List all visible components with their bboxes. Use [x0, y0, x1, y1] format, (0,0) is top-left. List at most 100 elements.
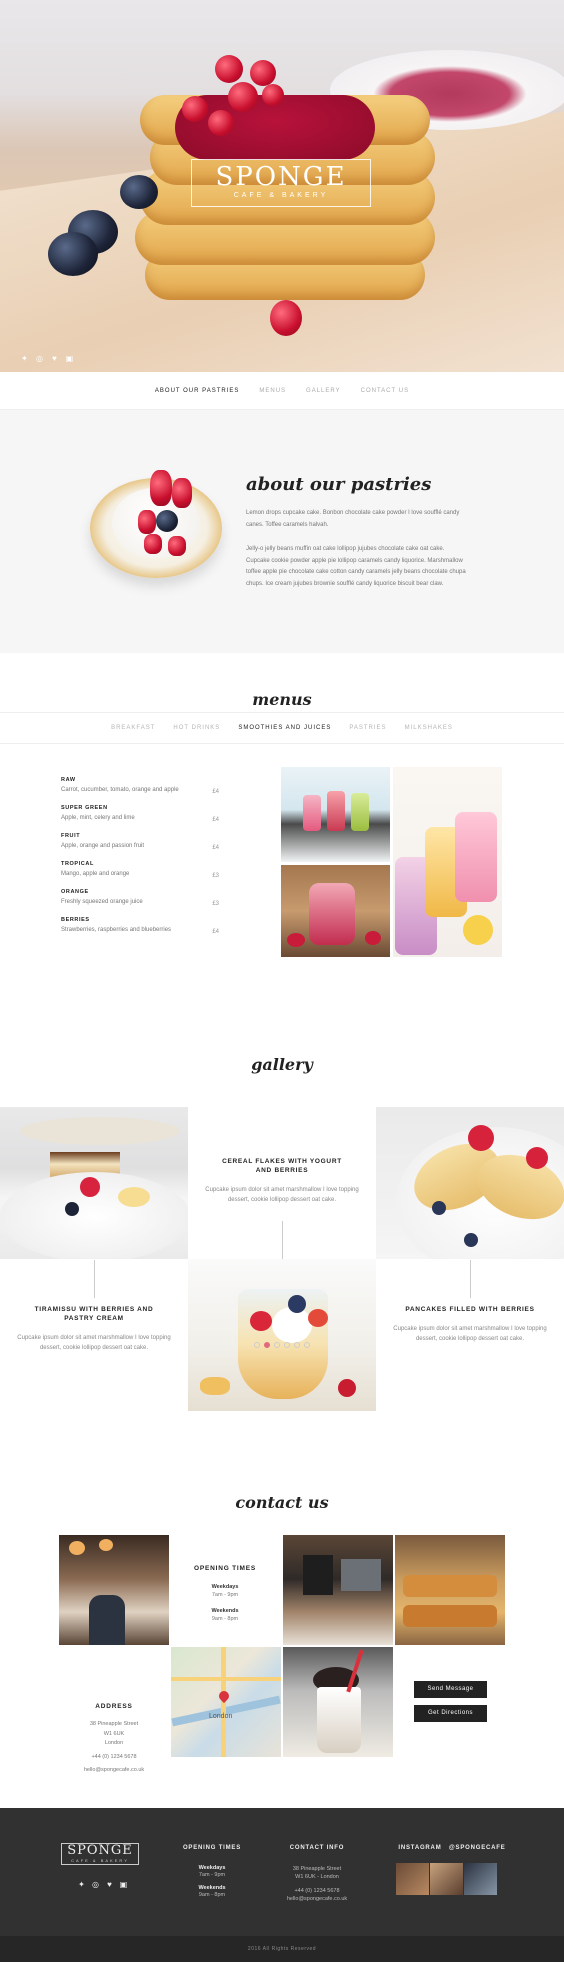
cereal-yogurt-image[interactable]	[188, 1259, 376, 1411]
footer-opening-times: OPENING TIMES Weekdays 7am - 9pm Weekend…	[172, 1845, 252, 1898]
about-section: about our pastries Lemon drops cupcake c…	[0, 410, 564, 653]
coffee-bar-image	[283, 1535, 393, 1645]
instagram-icon[interactable]: ▣	[119, 1880, 128, 1889]
footer-weekends-hours: 9am - 8pm	[198, 1892, 226, 1898]
footer-logo-name: SPONGE	[67, 1843, 133, 1858]
strawberry	[138, 510, 156, 534]
twitter-icon[interactable]: ✦	[20, 354, 29, 363]
tiramisu-image[interactable]	[0, 1107, 188, 1259]
menu-item-desc: Strawberries, raspberries and blueberrie…	[61, 927, 172, 933]
pagination-dot[interactable]	[284, 1342, 290, 1348]
opening-times-heading: OPENING TIMES	[193, 1565, 257, 1572]
about-title: about our pastries	[246, 474, 432, 495]
address-line-2: W1 6UK	[103, 1730, 125, 1737]
tab-pastries[interactable]: PASTRIES	[349, 725, 386, 731]
send-message-button[interactable]: Send Message	[414, 1681, 487, 1698]
pagination-dot[interactable]	[254, 1342, 260, 1348]
weekends-label: Weekends	[211, 1608, 239, 1614]
gallery-pagination	[0, 1342, 564, 1348]
heart-icon[interactable]: ♥	[105, 1880, 114, 1889]
instagram-thumb[interactable]	[396, 1863, 429, 1895]
pagination-dot[interactable]	[274, 1342, 280, 1348]
blueberry	[120, 175, 158, 209]
smoothie-jars-image	[393, 767, 502, 957]
menu-item-desc: Freshly squeezed orange juice	[61, 899, 143, 905]
menu-item: BERRIES Strawberries, raspberries and bl…	[61, 917, 219, 935]
address-block: ADDRESS 38 Pineapple Street W1 6UK Londo…	[59, 1703, 169, 1776]
pagination-dot[interactable]	[304, 1342, 310, 1348]
address-email[interactable]: hello@spongecafe.co.uk	[59, 1766, 169, 1776]
dribbble-icon[interactable]: ◎	[35, 354, 44, 363]
hero-logo[interactable]: SPONGE CAFE & BAKERY	[191, 159, 371, 207]
logo-name: SPONGE	[215, 162, 347, 192]
milkshake-image	[283, 1647, 393, 1757]
tab-hot-drinks[interactable]: HOT DRINKS	[173, 725, 220, 731]
location-map[interactable]: London	[171, 1647, 281, 1757]
twitter-icon[interactable]: ✦	[77, 1880, 86, 1889]
nav-contact[interactable]: CONTACT US	[361, 388, 409, 394]
instagram-thumb[interactable]	[430, 1863, 463, 1895]
main-nav: ABOUT OUR PASTRIES MENUS GALLERY CONTACT…	[0, 372, 564, 410]
nav-gallery[interactable]: GALLERY	[306, 388, 341, 394]
pagination-dot[interactable]	[294, 1342, 300, 1348]
redcurrant	[250, 60, 276, 86]
nav-menus[interactable]: MENUS	[259, 388, 286, 394]
strawberry	[168, 536, 186, 556]
menus-title: menus	[252, 690, 312, 709]
footer-weekdays-label: Weekdays	[198, 1865, 226, 1871]
menu-item-name: RAW	[61, 777, 76, 783]
bakery-counter-image	[395, 1535, 505, 1645]
menu-item-name: FRUIT	[61, 833, 81, 839]
pastry-image	[90, 470, 222, 578]
footer-logo[interactable]: SPONGE CAFE & BAKERY	[61, 1843, 139, 1865]
berry-smoothie-image	[281, 865, 390, 957]
pancakes-image[interactable]	[376, 1107, 564, 1259]
footer-contact-heading: CONTACT INFO	[289, 1845, 345, 1851]
get-directions-button[interactable]: Get Directions	[414, 1705, 487, 1722]
contact-section: contact us OPENING TIMES Weekdays 7am - …	[0, 1445, 564, 1808]
tab-milkshakes[interactable]: MILKSHAKES	[405, 725, 453, 731]
redcurrant	[182, 96, 208, 122]
about-paragraph-2: Jelly-o jelly beans muffin oat cake loll…	[246, 546, 466, 587]
weekends-hours: 9am - 8pm	[211, 1616, 239, 1622]
menu-list: RAW Carrot, cucumber, tomato, orange and…	[61, 777, 219, 945]
blackberry	[156, 510, 178, 532]
menu-item-price: £4	[212, 789, 219, 795]
address-line-3: London	[104, 1740, 124, 1746]
menu-item-desc: Apple, orange and passion fruit	[61, 843, 145, 849]
raspberry	[270, 300, 302, 336]
redcurrant	[262, 84, 284, 106]
hero-social-links: ✦ ◎ ♥ ▣	[20, 354, 74, 363]
address-phone[interactable]: +44 (0) 1234 5678	[59, 1753, 169, 1763]
map-label: London	[209, 1713, 233, 1720]
instagram-thumb[interactable]	[464, 1863, 497, 1895]
divider-line	[282, 1221, 283, 1259]
menu-item: ORANGE Freshly squeezed orange juice £3	[61, 889, 219, 907]
pagination-dot-active[interactable]	[264, 1342, 270, 1348]
instagram-heading: INSTAGRAM	[398, 1845, 442, 1851]
tab-smoothies-and-juices[interactable]: SMOOTHIES AND JUICES	[238, 725, 331, 731]
dribbble-icon[interactable]: ◎	[91, 1880, 100, 1889]
heart-icon[interactable]: ♥	[50, 354, 59, 363]
gallery-item-title: CEREAL FLAKES WITH YOGURT AND BERRIES	[222, 1158, 342, 1174]
redcurrant	[228, 82, 258, 112]
instagram-handle[interactable]: @SPONGECAFE	[449, 1845, 506, 1851]
footer-address-line-1: 38 Pineapple Street	[292, 1866, 342, 1872]
address-line-1: 38 Pineapple Street	[89, 1721, 139, 1727]
footer-phone[interactable]: +44 (0) 1234 5678	[272, 1887, 362, 1895]
logo-tagline: CAFE & BAKERY	[233, 192, 329, 199]
opening-times: OPENING TIMES Weekdays 7am - 9pm Weekend…	[170, 1565, 280, 1622]
instagram-icon[interactable]: ▣	[65, 354, 74, 363]
footer-email[interactable]: hello@spongecafe.co.uk	[272, 1895, 362, 1903]
footer-weekdays-hours: 7am - 9pm	[198, 1872, 226, 1878]
smoothie-bottles-image	[281, 767, 390, 862]
nav-about[interactable]: ABOUT OUR PASTRIES	[155, 388, 239, 394]
footer-contact-info: CONTACT INFO 38 Pineapple Street W1 6UK …	[272, 1845, 362, 1903]
footer-logo-tagline: CAFE & BAKERY	[71, 1858, 129, 1863]
gallery-item-title: TIRAMISSU WITH BERRIES AND PASTRY CREAM	[34, 1306, 154, 1322]
menu-item-price: £3	[212, 873, 219, 879]
gallery-title: gallery	[251, 1055, 313, 1074]
menu-item-desc: Carrot, cucumber, tomato, orange and app…	[61, 787, 179, 793]
tab-breakfast[interactable]: BREAKFAST	[111, 725, 155, 731]
menu-item-price: £4	[212, 845, 219, 851]
